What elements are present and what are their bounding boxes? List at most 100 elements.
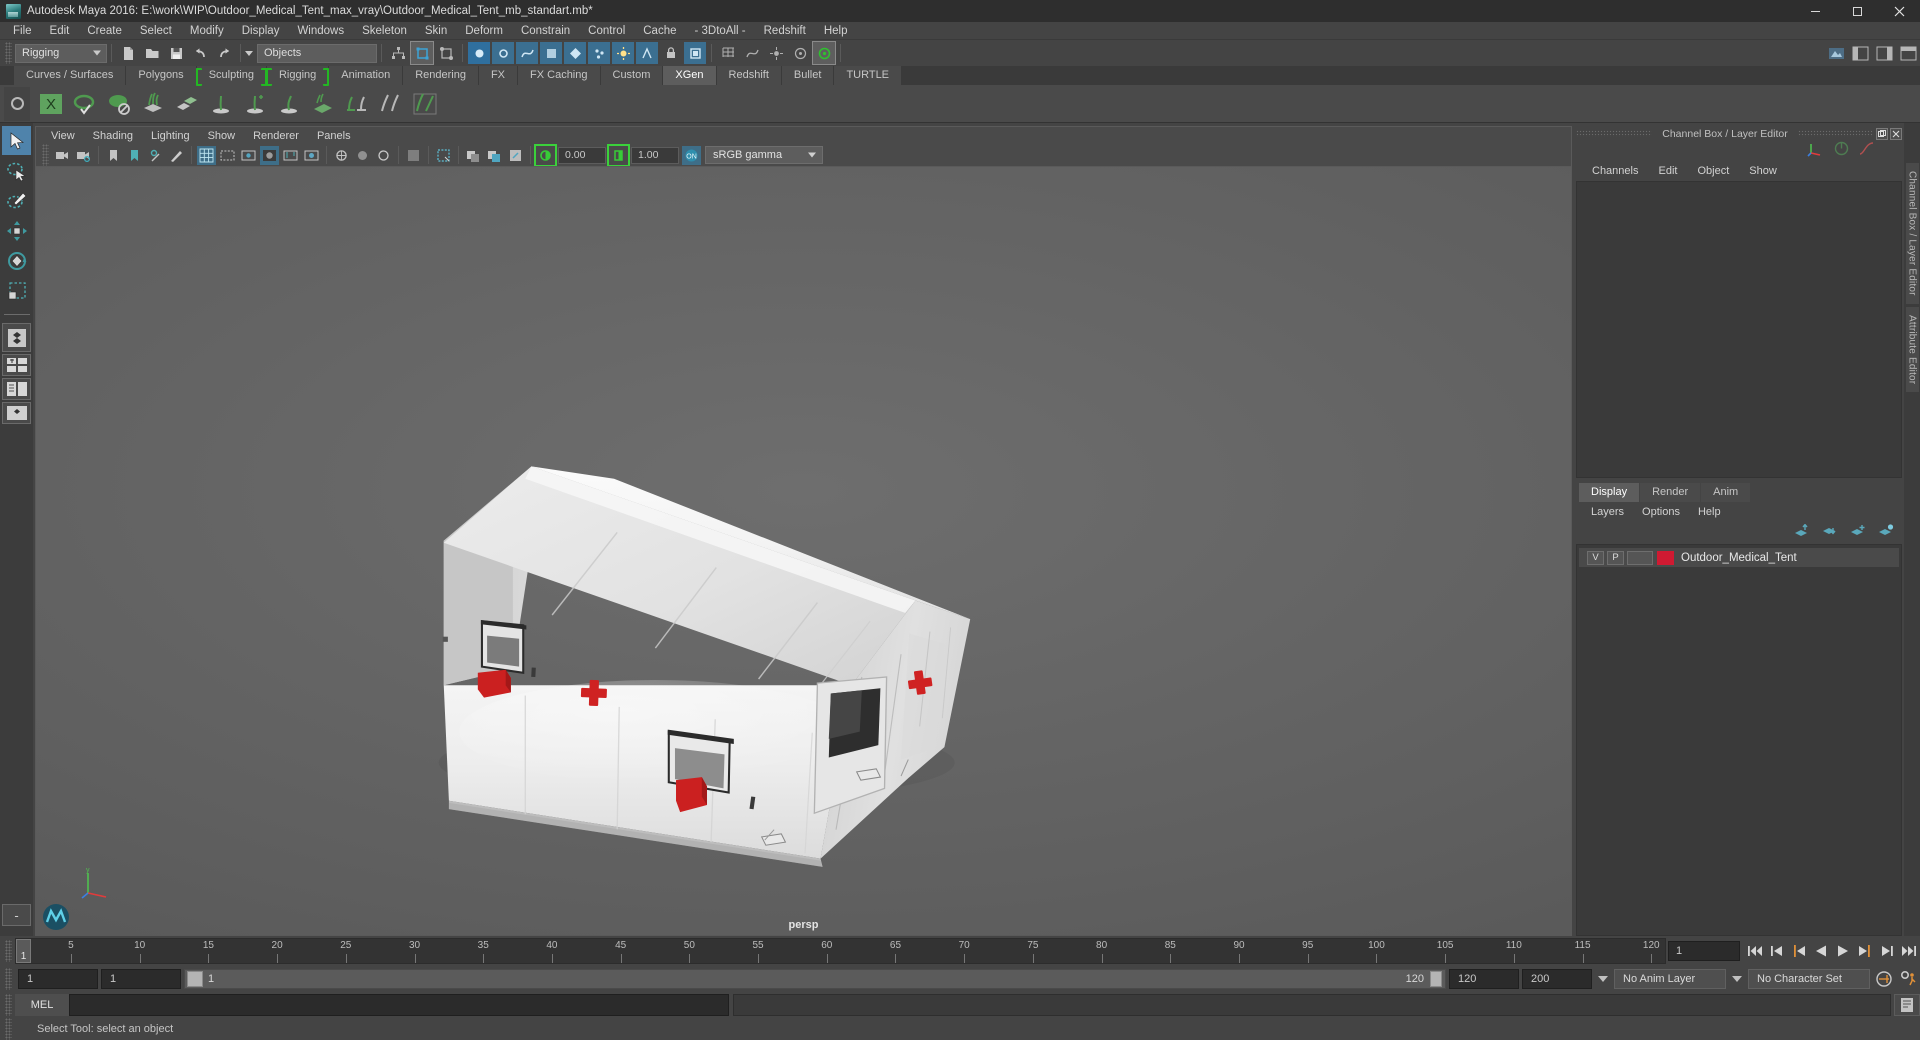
menu-display[interactable]: Display bbox=[233, 22, 289, 40]
save-scene-button[interactable] bbox=[165, 42, 187, 64]
layer-playback-toggle[interactable]: P bbox=[1607, 550, 1624, 565]
xgen-convert-to-polygons-icon[interactable] bbox=[137, 88, 169, 120]
rotate-tool-button[interactable] bbox=[2, 246, 31, 275]
show-hide-editor-button[interactable] bbox=[1849, 42, 1871, 64]
animation-preferences-button[interactable] bbox=[1899, 968, 1919, 990]
viewport-menu-lighting[interactable]: Lighting bbox=[142, 127, 199, 145]
viewport-menu-renderer[interactable]: Renderer bbox=[244, 127, 308, 145]
two-d-pan-zoom-icon[interactable] bbox=[146, 146, 165, 165]
maximize-button[interactable] bbox=[1836, 0, 1878, 22]
range-start-handle[interactable] bbox=[187, 971, 203, 987]
scale-tool-button[interactable] bbox=[2, 276, 31, 305]
xgen-preview-icon[interactable] bbox=[341, 88, 373, 120]
layer-list[interactable]: V P Outdoor_Medical_Tent bbox=[1576, 544, 1902, 936]
channel-box-menu-object[interactable]: Object bbox=[1687, 161, 1739, 181]
layout-hypergraph-button[interactable] bbox=[2, 402, 31, 424]
shelf-tab-redshift[interactable]: Redshift bbox=[716, 66, 781, 85]
layout-single-perspective-button[interactable] bbox=[2, 323, 31, 352]
camera-attributes-icon[interactable] bbox=[74, 146, 93, 165]
shelf-tab-rendering[interactable]: Rendering bbox=[403, 66, 478, 85]
channel-box-menu-show[interactable]: Show bbox=[1739, 161, 1787, 181]
show-hide-attribute-editor-button[interactable] bbox=[1873, 42, 1895, 64]
character-set-chevron-icon[interactable] bbox=[1732, 976, 1742, 982]
menu-help[interactable]: Help bbox=[815, 22, 857, 40]
layer-color-swatch[interactable] bbox=[1657, 550, 1674, 565]
color-management-toggle-icon[interactable]: ON bbox=[682, 145, 701, 165]
menu-deform[interactable]: Deform bbox=[456, 22, 512, 40]
viewport-toolbar-grip[interactable] bbox=[42, 144, 49, 166]
script-language-tab[interactable]: MEL bbox=[15, 994, 69, 1016]
image-plane-icon[interactable] bbox=[125, 146, 144, 165]
object-mode-button[interactable] bbox=[410, 41, 434, 65]
step-back-key-button[interactable] bbox=[1767, 940, 1787, 962]
curve-editor-icon[interactable] bbox=[1859, 141, 1874, 161]
menu-modify[interactable]: Modify bbox=[181, 22, 233, 40]
mask-misc-button[interactable] bbox=[636, 42, 658, 64]
mask-dynamics-button[interactable] bbox=[588, 42, 610, 64]
bookmark-icon[interactable] bbox=[104, 146, 123, 165]
minimize-button[interactable] bbox=[1794, 0, 1836, 22]
resolution-gate-icon[interactable] bbox=[239, 146, 258, 165]
new-scene-button[interactable] bbox=[117, 42, 139, 64]
step-forward-frame-button[interactable] bbox=[1855, 940, 1875, 962]
channel-control-icon[interactable] bbox=[1834, 141, 1849, 161]
use-all-lights-icon[interactable] bbox=[506, 146, 525, 165]
hierarchy-mode-button[interactable] bbox=[387, 42, 409, 64]
new-layer-icon[interactable] bbox=[1850, 524, 1866, 543]
axis-mini-gizmo-icon[interactable] bbox=[1807, 140, 1824, 162]
snap-point-button[interactable] bbox=[765, 42, 787, 64]
script-editor-button[interactable] bbox=[1894, 994, 1920, 1016]
layer-menu-help[interactable]: Help bbox=[1689, 502, 1730, 522]
channel-box-content-area[interactable] bbox=[1576, 181, 1902, 478]
play-forwards-button[interactable] bbox=[1833, 940, 1853, 962]
shelf-tab-turtle[interactable]: TURTLE bbox=[834, 66, 902, 85]
vertical-tab-channel-box[interactable]: Channel Box / Layer Editor bbox=[1905, 163, 1919, 304]
render-view-button[interactable] bbox=[1825, 42, 1847, 64]
component-mode-button[interactable] bbox=[435, 42, 457, 64]
gamma-control-icon[interactable] bbox=[607, 143, 630, 167]
perspective-viewport[interactable]: y persp bbox=[35, 166, 1572, 936]
xray-icon[interactable] bbox=[353, 146, 372, 165]
shelf-tab-xgen[interactable]: XGen bbox=[663, 66, 716, 85]
film-gate-icon[interactable] bbox=[218, 146, 237, 165]
mask-handles-button[interactable] bbox=[468, 42, 490, 64]
viewport-menu-shading[interactable]: Shading bbox=[84, 127, 142, 145]
xgen-export-patches-icon[interactable] bbox=[171, 88, 203, 120]
grease-pencil-icon[interactable] bbox=[167, 146, 186, 165]
selection-mask-chevron-icon[interactable] bbox=[245, 50, 253, 56]
command-line-grip[interactable] bbox=[5, 994, 12, 1016]
shelf-options-button[interactable] bbox=[4, 86, 30, 121]
mask-deformers-button[interactable] bbox=[564, 42, 586, 64]
menu-windows[interactable]: Windows bbox=[288, 22, 353, 40]
layout-outliner-persp-button[interactable] bbox=[2, 378, 31, 400]
menu-3dtoall[interactable]: - 3DtoAll - bbox=[686, 22, 755, 40]
animation-end-time-field[interactable]: 200 bbox=[1522, 969, 1592, 989]
menu-control[interactable]: Control bbox=[579, 22, 634, 40]
menu-redshift[interactable]: Redshift bbox=[755, 22, 815, 40]
layer-tab-render[interactable]: Render bbox=[1640, 483, 1701, 502]
shelf-tab-animation[interactable]: Animation bbox=[329, 66, 403, 85]
layer-tab-display[interactable]: Display bbox=[1579, 483, 1640, 502]
range-slider-control[interactable]: 1 120 bbox=[184, 969, 1446, 989]
xgen-disable-icon[interactable] bbox=[103, 88, 135, 120]
xgen-validate-icon[interactable] bbox=[69, 88, 101, 120]
show-hide-tool-settings-button[interactable] bbox=[1897, 42, 1919, 64]
layer-row[interactable]: V P Outdoor_Medical_Tent bbox=[1579, 548, 1899, 567]
selection-mask-field[interactable]: Objects bbox=[257, 43, 377, 63]
layer-tab-anim[interactable]: Anim bbox=[1701, 483, 1751, 502]
gamma-value-field[interactable]: 1.00 bbox=[631, 146, 679, 164]
open-scene-button[interactable] bbox=[141, 42, 163, 64]
exposure-value-field[interactable]: 0.00 bbox=[558, 146, 606, 164]
quick-layout-more-button[interactable]: - bbox=[2, 904, 31, 926]
lock-selection-button[interactable] bbox=[660, 42, 682, 64]
go-to-start-button[interactable] bbox=[1745, 940, 1765, 962]
status-line-grip[interactable] bbox=[5, 42, 12, 64]
panel-drag-dots-left[interactable] bbox=[1576, 130, 1653, 137]
shelf-tab-curves-surfaces[interactable]: Curves / Surfaces bbox=[14, 66, 126, 85]
mask-curves-button[interactable] bbox=[516, 42, 538, 64]
wireframe-on-shaded-icon[interactable] bbox=[434, 146, 453, 165]
time-slider-playhead[interactable]: 1 bbox=[16, 939, 31, 963]
xgen-create-description-icon[interactable] bbox=[205, 88, 237, 120]
layer-type-toggle[interactable] bbox=[1627, 550, 1653, 565]
shelf-tab-rigging[interactable]: Rigging bbox=[265, 66, 330, 86]
